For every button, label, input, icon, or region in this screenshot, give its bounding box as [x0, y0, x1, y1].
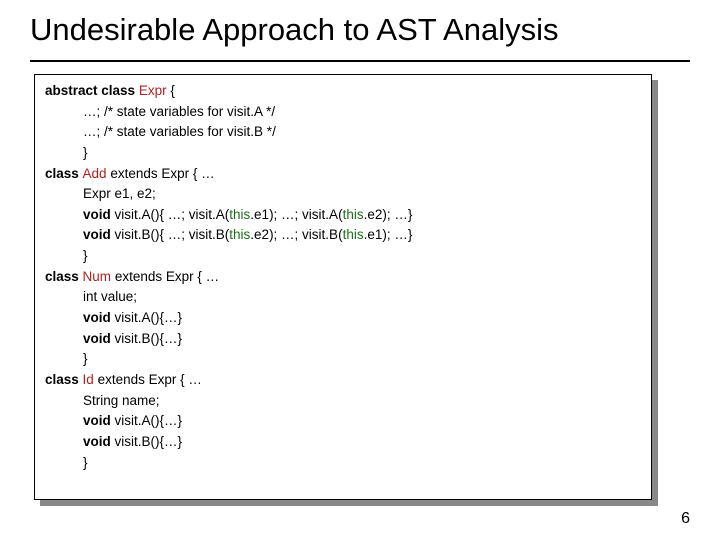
code-text: extends Expr { … [111, 269, 219, 284]
code-text: .e1); …} [364, 227, 413, 242]
code-box: abstract class Expr { …; /* state variab… [34, 74, 652, 500]
code-line: } [45, 453, 641, 474]
code-text: { [167, 83, 175, 98]
code-text: visit.B(){ …; visit.B( [111, 227, 230, 242]
slide-title: Undesirable Approach to AST Analysis [30, 12, 700, 48]
code-text: visit.A(){…} [111, 413, 182, 428]
kw-class: class [45, 269, 83, 284]
code-line: } [45, 246, 641, 267]
classname-id: Id [83, 372, 94, 387]
page-number: 6 [681, 510, 690, 528]
code-text: extends Expr { … [107, 166, 215, 181]
kw-this: this [229, 207, 250, 222]
kw-void: void [83, 310, 111, 325]
code-text: extends Expr { … [94, 372, 202, 387]
code-text: visit.B(){…} [111, 331, 182, 346]
code-text: .e1); …; visit.A( [250, 207, 342, 222]
kw-class: class [45, 372, 83, 387]
code-line: void visit.B(){…} [45, 329, 641, 350]
kw-void: void [83, 413, 111, 428]
code-text: visit.A(){ …; visit.A( [111, 207, 230, 222]
code-line: void visit.B(){ …; visit.B(this.e2); …; … [45, 225, 641, 246]
code-line: int value; [45, 287, 641, 308]
kw-void: void [83, 434, 111, 449]
code-text: visit.A(){…} [111, 310, 182, 325]
code-text: visit.B(){…} [111, 434, 182, 449]
classname-num: Num [83, 269, 112, 284]
code-line: …; /* state variables for visit.A */ [45, 102, 641, 123]
kw-void: void [83, 227, 111, 242]
code-text: .e2); …} [364, 207, 413, 222]
code-line: class Add extends Expr { … [45, 164, 641, 185]
code-line: String name; [45, 391, 641, 412]
kw-this: this [343, 227, 364, 242]
kw-void: void [83, 207, 111, 222]
classname-expr: Expr [139, 83, 167, 98]
kw-void: void [83, 331, 111, 346]
kw-this: this [229, 227, 250, 242]
code-line: void visit.B(){…} [45, 432, 641, 453]
code-line: Expr e1, e2; [45, 184, 641, 205]
code-line: …; /* state variables for visit.B */ [45, 122, 641, 143]
code-text: .e2); …; visit.B( [250, 227, 342, 242]
slide: Undesirable Approach to AST Analysis abs… [0, 0, 720, 540]
kw-this: this [343, 207, 364, 222]
code-line: void visit.A(){…} [45, 308, 641, 329]
kw-abstract-class: abstract class [45, 83, 139, 98]
code-line: } [45, 349, 641, 370]
code-line: abstract class Expr { [45, 81, 641, 102]
title-underline [30, 60, 690, 62]
kw-class: class [45, 166, 83, 181]
classname-add: Add [83, 166, 107, 181]
code-line: class Num extends Expr { … [45, 267, 641, 288]
code-line: class Id extends Expr { … [45, 370, 641, 391]
code-line: void visit.A(){…} [45, 411, 641, 432]
code-line: } [45, 143, 641, 164]
code-line: void visit.A(){ …; visit.A(this.e1); …; … [45, 205, 641, 226]
